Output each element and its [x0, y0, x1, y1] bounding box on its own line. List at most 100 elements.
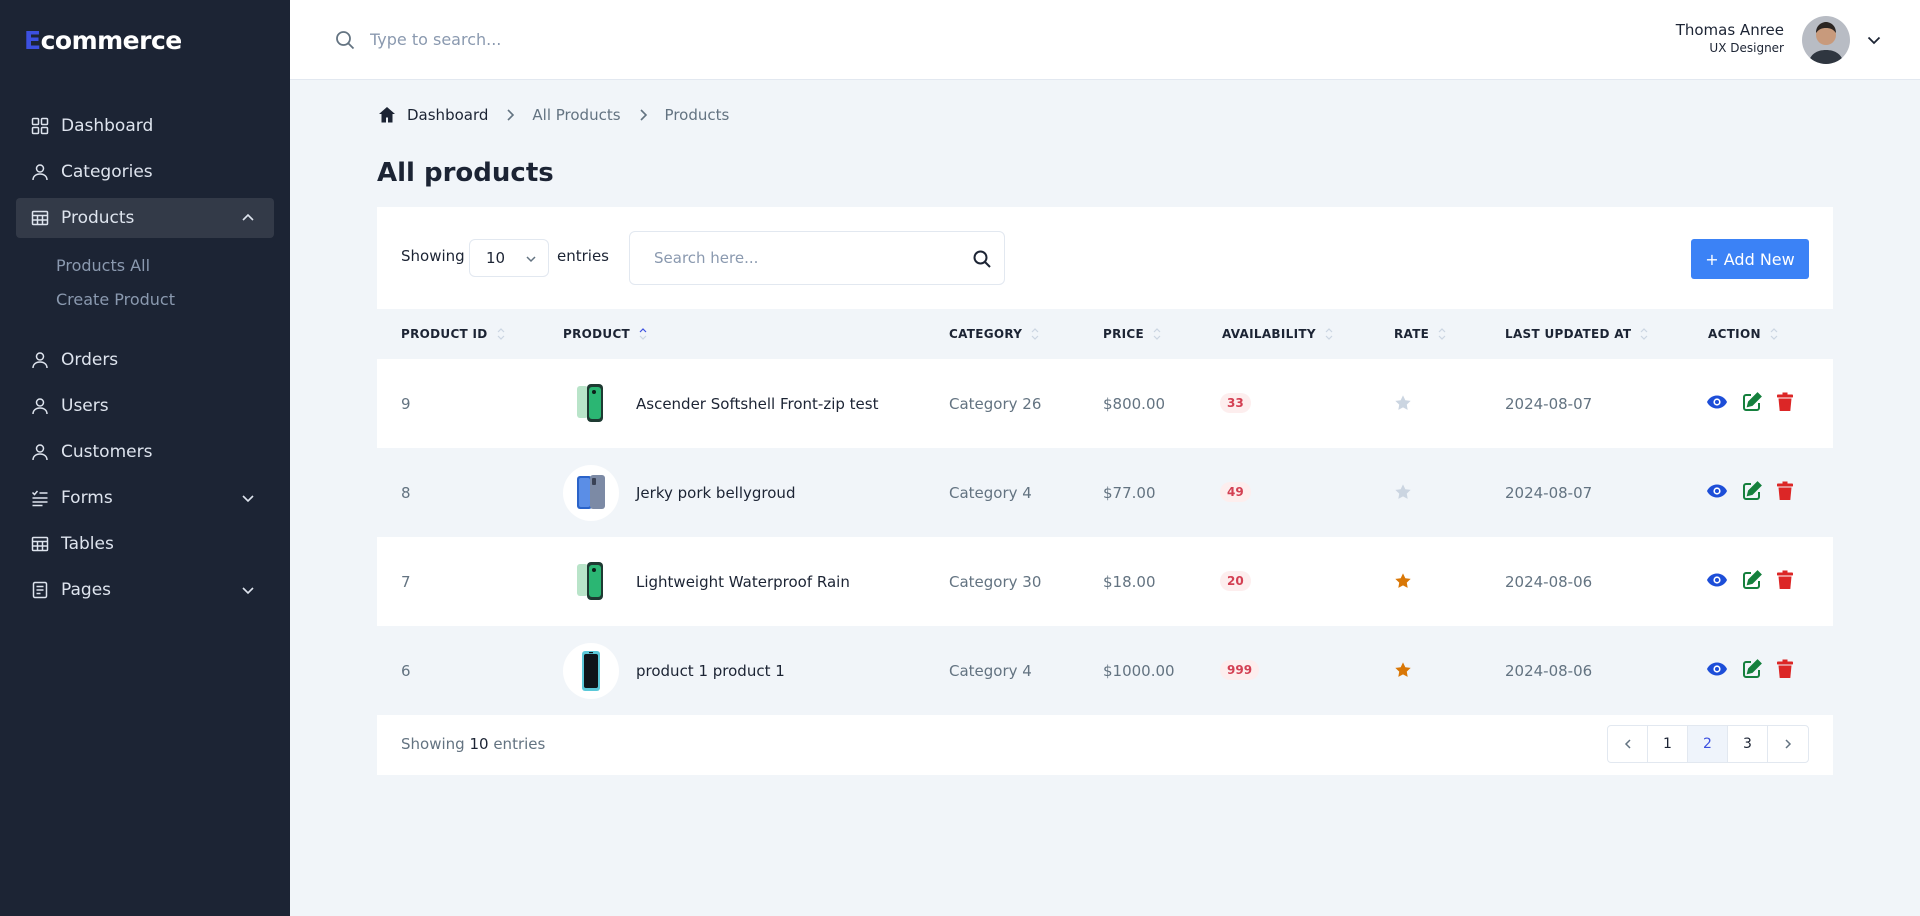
product-thumbnail[interactable] [563, 554, 619, 610]
product-price: $1000.00 [1103, 662, 1175, 680]
sidebar-item-categories[interactable]: Categories [16, 152, 274, 192]
product-thumbnail[interactable] [563, 376, 619, 432]
product-name[interactable]: Ascender Softshell Front-zip test [636, 395, 878, 413]
product-category: Category 4 [949, 662, 1032, 680]
sort-icon [1770, 328, 1778, 340]
column-header-last-updated[interactable]: LAST UPDATED AT [1505, 327, 1649, 341]
edit-icon[interactable] [1741, 569, 1763, 591]
product-category: Category 4 [949, 484, 1032, 502]
product-id: 6 [401, 662, 411, 680]
product-thumbnail[interactable] [563, 643, 619, 699]
column-header-category[interactable]: CATEGORY [949, 327, 1040, 341]
breadcrumb-products: Products [664, 106, 730, 124]
star-icon[interactable] [1394, 572, 1412, 590]
sort-icon [1438, 328, 1446, 340]
sort-icon [497, 328, 504, 340]
showing-label: Showing [401, 247, 465, 265]
sidebar-item-tables[interactable]: Tables [16, 524, 274, 564]
product-price: $18.00 [1103, 573, 1156, 591]
column-header-rate[interactable]: RATE [1394, 327, 1447, 341]
column-header-availability[interactable]: AVAILABILITY [1222, 327, 1334, 341]
sidebar-item-forms[interactable]: Forms [16, 478, 274, 518]
table-row: 6 product 1 product 1 Category 4 $1000.0… [377, 626, 1833, 715]
user-icon [32, 352, 48, 369]
breadcrumb-dashboard[interactable]: Dashboard [407, 106, 488, 124]
table-row: 9 Ascender Softshell Front-zip test Cate… [377, 359, 1833, 448]
sidebar-item-users[interactable]: Users [16, 386, 274, 426]
table-icon [31, 210, 49, 226]
top-header: Thomas Anree UX Designer [290, 0, 1920, 80]
last-updated: 2024-08-07 [1505, 484, 1593, 502]
home-icon[interactable] [377, 105, 397, 125]
sidebar-item-label: Orders [61, 350, 119, 370]
chevron-right-icon [507, 109, 515, 121]
sidebar: Ecommerce Dashboard Categories Products … [0, 0, 290, 916]
add-new-button[interactable]: + Add New [1691, 239, 1809, 279]
sidebar-item-label: Pages [61, 580, 112, 600]
avatar[interactable] [1802, 16, 1850, 64]
page-title: All products [377, 158, 554, 188]
next-page-button[interactable] [1768, 726, 1808, 762]
product-price: $77.00 [1103, 484, 1156, 502]
delete-icon[interactable] [1774, 569, 1796, 591]
sidebar-item-products[interactable]: Products [16, 198, 274, 238]
star-icon[interactable] [1394, 661, 1412, 679]
sidebar-subitem-create-product[interactable]: Create Product [56, 290, 175, 309]
sort-icon [1153, 328, 1161, 340]
sidebar-item-label: Customers [61, 442, 153, 462]
chevron-left-icon [1624, 739, 1631, 749]
column-header-price[interactable]: PRICE [1103, 327, 1162, 341]
pagination: 1 2 3 [1607, 725, 1809, 763]
star-icon[interactable] [1394, 483, 1412, 501]
edit-icon[interactable] [1741, 658, 1763, 680]
availability-badge: 33 [1220, 393, 1251, 413]
sidebar-item-label: Categories [61, 162, 153, 182]
product-name[interactable]: product 1 product 1 [636, 662, 785, 680]
product-price: $800.00 [1103, 395, 1166, 413]
breadcrumb-all-products[interactable]: All Products [532, 106, 620, 124]
chevron-down-icon[interactable] [1865, 31, 1883, 49]
sidebar-subitem-products-all[interactable]: Products All [56, 256, 150, 275]
page-button-3[interactable]: 3 [1728, 726, 1768, 762]
view-icon[interactable] [1706, 658, 1728, 680]
search-icon[interactable] [972, 249, 992, 269]
chevron-down-icon [526, 256, 536, 263]
product-name[interactable]: Jerky pork bellygroud [636, 484, 795, 502]
edit-icon[interactable] [1741, 391, 1763, 413]
sidebar-item-orders[interactable]: Orders [16, 340, 274, 380]
star-icon[interactable] [1394, 394, 1412, 412]
page-button-2[interactable]: 2 [1688, 726, 1728, 762]
chevron-right-icon [639, 109, 647, 121]
global-search-input[interactable] [370, 24, 870, 54]
column-header-product-id[interactable]: PRODUCT ID [401, 327, 506, 341]
sidebar-item-customers[interactable]: Customers [16, 432, 274, 472]
user-name[interactable]: Thomas Anree [1676, 21, 1784, 39]
entries-per-page-select[interactable]: 10 [469, 239, 549, 277]
delete-icon[interactable] [1774, 391, 1796, 413]
column-header-product[interactable]: PRODUCT [563, 327, 648, 341]
sidebar-item-pages[interactable]: Pages [16, 570, 274, 610]
sort-ascending-icon [639, 328, 647, 340]
table-search-input[interactable] [630, 232, 950, 284]
edit-icon[interactable] [1741, 480, 1763, 502]
sidebar-item-label: Dashboard [61, 116, 154, 136]
prev-page-button[interactable] [1608, 726, 1648, 762]
product-name[interactable]: Lightweight Waterproof Rain [636, 573, 850, 591]
delete-icon[interactable] [1774, 658, 1796, 680]
user-icon [32, 444, 48, 461]
table-search [629, 231, 1005, 285]
view-icon[interactable] [1706, 569, 1728, 591]
sidebar-item-dashboard[interactable]: Dashboard [16, 106, 274, 146]
search-icon[interactable] [334, 29, 356, 51]
last-updated: 2024-08-06 [1505, 662, 1593, 680]
brand-logo[interactable]: Ecommerce [24, 26, 182, 55]
view-icon[interactable] [1706, 480, 1728, 502]
page-button-1[interactable]: 1 [1648, 726, 1688, 762]
entries-label: entries [557, 247, 609, 265]
delete-icon[interactable] [1774, 480, 1796, 502]
sidebar-item-label: Products [61, 208, 135, 228]
product-id: 7 [401, 573, 411, 591]
table-header: PRODUCT ID PRODUCT CATEGORY PRICE AVAILA… [377, 309, 1833, 359]
view-icon[interactable] [1706, 391, 1728, 413]
product-thumbnail[interactable] [563, 465, 619, 521]
